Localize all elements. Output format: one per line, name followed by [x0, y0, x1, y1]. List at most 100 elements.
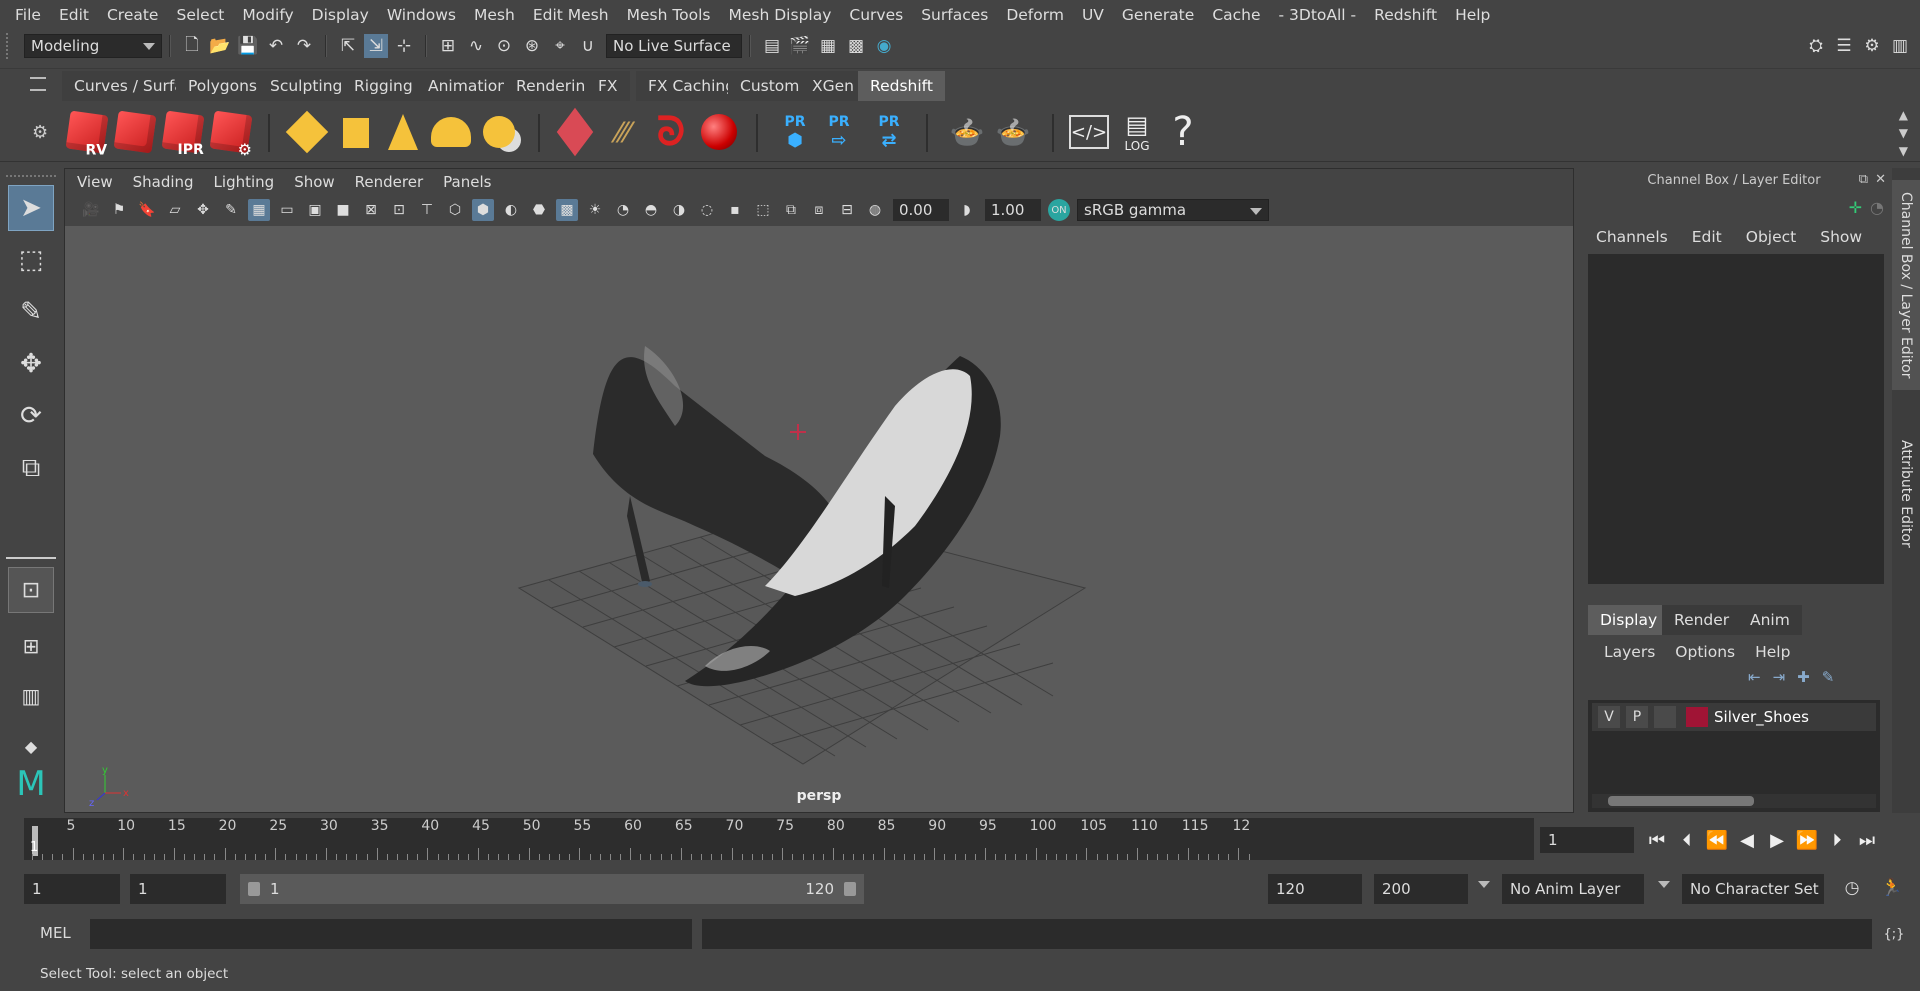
speed-icon[interactable]: ◔	[1870, 198, 1884, 217]
snap-grid-icon[interactable]: ⊞	[436, 34, 460, 58]
undo-icon[interactable]: ↶	[264, 34, 288, 58]
resolution-gate-icon[interactable]: ▣	[304, 199, 326, 221]
go-to-end-icon[interactable]: ⏭	[1852, 827, 1882, 853]
camera-select-icon[interactable]: 🎥	[80, 199, 102, 221]
sun-sky-icon[interactable]	[476, 108, 522, 156]
move-layer-down-icon[interactable]: ⇥	[1773, 668, 1786, 686]
step-back-frame-icon[interactable]: ⏪	[1702, 827, 1732, 853]
shelf-tab-polygons[interactable]: Polygons	[176, 71, 269, 101]
redshift-proxy-icon[interactable]	[552, 107, 598, 157]
wireframe-icon[interactable]: ⬡	[444, 199, 466, 221]
xray-components-icon[interactable]: ⊟	[836, 199, 858, 221]
isolate-select-icon[interactable]: ⬚	[752, 199, 774, 221]
spot-light-icon[interactable]	[380, 108, 426, 156]
attribute-editor-side-tab[interactable]: Attribute Editor	[1892, 394, 1920, 594]
single-perspective-layout-icon[interactable]: ⊡	[8, 567, 54, 613]
anti-aliasing-icon[interactable]: ◌	[696, 199, 718, 221]
material-ball-icon[interactable]	[696, 108, 742, 156]
menu-deform[interactable]: Deform	[997, 6, 1073, 24]
hypershade-icon[interactable]: ◉	[872, 34, 896, 58]
layer-tab-render[interactable]: Render	[1662, 605, 1742, 635]
camera-attributes-icon[interactable]: ⚑	[108, 199, 130, 221]
pr-cube-icon[interactable]: PR ⬢	[772, 108, 818, 156]
auto-key-icon[interactable]: ◷	[1840, 876, 1864, 900]
four-view-layout-icon[interactable]: ⊞	[8, 623, 54, 669]
ipr-render-icon[interactable]: ▦	[816, 34, 840, 58]
menu-3dtoall[interactable]: - 3DtoAll -	[1270, 6, 1366, 24]
menu-mesh[interactable]: Mesh	[465, 6, 524, 24]
step-forward-frame-icon[interactable]: ⏩	[1792, 827, 1822, 853]
gate-mask-icon[interactable]: ■	[332, 199, 354, 221]
depth-of-field-icon[interactable]: ▪	[724, 199, 746, 221]
channel-menu-channels[interactable]: Channels	[1596, 228, 1668, 246]
menu-edit[interactable]: Edit	[50, 6, 98, 24]
script-editor-icon[interactable]: </>	[1066, 108, 1112, 156]
panel-menu-shading[interactable]: Shading	[133, 173, 194, 191]
move-layer-up-icon[interactable]: ⇤	[1748, 668, 1761, 686]
log-icon[interactable]: ▤ LOG	[1114, 108, 1160, 156]
move-tool-icon[interactable]: ✥	[8, 341, 54, 387]
snap-point-icon[interactable]: ⊙	[492, 34, 516, 58]
anim-layer-chevron-icon[interactable]	[1478, 881, 1490, 888]
pr-swap-icon[interactable]: PR ⇄	[866, 108, 912, 156]
smooth-shade-icon[interactable]: ⬢	[472, 199, 494, 221]
bake-icon[interactable]: 🍲	[944, 108, 990, 156]
channel-list-area[interactable]	[1588, 254, 1884, 584]
layer-row[interactable]: V P Silver_Shoes	[1592, 703, 1876, 731]
script-editor-button-icon[interactable]: {;}	[1882, 922, 1906, 946]
menu-surfaces[interactable]: Surfaces	[912, 6, 997, 24]
use-default-material-icon[interactable]: ◐	[500, 199, 522, 221]
image-plane-icon[interactable]: ▱	[164, 199, 186, 221]
layer-playback-toggle[interactable]: P	[1626, 706, 1648, 728]
menu-edit-mesh[interactable]: Edit Mesh	[524, 6, 618, 24]
float-panel-icon[interactable]: ⧉	[1859, 172, 1868, 187]
select-component-icon[interactable]: ⊹	[392, 34, 416, 58]
layer-name[interactable]: Silver_Shoes	[1714, 708, 1809, 726]
menu-cache[interactable]: Cache	[1203, 6, 1269, 24]
new-empty-layer-icon[interactable]: ✚	[1797, 668, 1810, 686]
safe-title-icon[interactable]: ⊤	[416, 199, 438, 221]
area-light-icon[interactable]	[284, 108, 330, 156]
bookmark-icon[interactable]: 🔖	[136, 199, 158, 221]
playback-preferences-icon[interactable]: 🏃	[1880, 876, 1904, 900]
xray-joints-icon[interactable]: ⧈	[808, 199, 830, 221]
menu-mesh-display[interactable]: Mesh Display	[720, 6, 841, 24]
channel-box-side-tab[interactable]: Channel Box / Layer Editor	[1892, 180, 1920, 390]
2d-pan-zoom-icon[interactable]: ✥	[192, 199, 214, 221]
shadows-icon[interactable]: ◔	[612, 199, 634, 221]
panel-menu-lighting[interactable]: Lighting	[214, 173, 275, 191]
color-management-icon[interactable]: ON	[1048, 199, 1070, 221]
panel-menu-view[interactable]: View	[77, 173, 113, 191]
step-back-key-icon[interactable]: ⏴	[1672, 827, 1702, 853]
select-hierarchy-icon[interactable]: ⇱	[336, 34, 360, 58]
range-slider[interactable]: 1 120	[240, 874, 864, 904]
menu-modify[interactable]: Modify	[233, 6, 302, 24]
snap-live-icon[interactable]: ⌖	[548, 34, 572, 58]
character-set-chevron-icon[interactable]	[1658, 881, 1670, 888]
live-surface-field[interactable]: No Live Surface	[606, 34, 742, 58]
panel-menu-panels[interactable]: Panels	[443, 173, 491, 191]
time-slider[interactable]: 1 5 10 15 20 25 30 35 40 45 50 55 60 65 70 75 80 85 90 95 1…	[24, 818, 1534, 860]
gamma-field[interactable]: 1.00	[985, 199, 1041, 221]
exposure-field[interactable]: 0.00	[893, 199, 949, 221]
go-to-start-icon[interactable]: ⏮	[1642, 827, 1672, 853]
shelf-tab-redshift[interactable]: Redshift	[858, 71, 945, 101]
redshift-render-view-icon[interactable]: RV	[64, 108, 110, 159]
menu-file[interactable]: File	[6, 6, 50, 24]
exposure-icon[interactable]: ◍	[864, 199, 886, 221]
menu-generate[interactable]: Generate	[1113, 6, 1203, 24]
playback-start-field[interactable]: 1	[130, 874, 226, 904]
bake-settings-icon[interactable]: 🍲	[990, 108, 1036, 156]
render-view-icon[interactable]: ▩	[844, 34, 868, 58]
snap-view-plane-icon[interactable]: ⊛	[520, 34, 544, 58]
menu-display[interactable]: Display	[303, 6, 378, 24]
character-set-dropdown[interactable]: No Character Set	[1682, 874, 1824, 904]
menu-set-dropdown[interactable]: Modeling	[24, 34, 162, 58]
perspective-viewport[interactable]: yxz persp	[65, 226, 1573, 812]
layer-menu-layers[interactable]: Layers	[1604, 643, 1655, 661]
shelf-tab-fx[interactable]: FX	[586, 71, 630, 101]
hair-shader-icon[interactable]: ⁄⁄⁄	[600, 108, 646, 156]
scale-tool-icon[interactable]: ⧉	[8, 445, 54, 491]
channel-menu-edit[interactable]: Edit	[1692, 228, 1722, 246]
channel-menu-show[interactable]: Show	[1820, 228, 1862, 246]
